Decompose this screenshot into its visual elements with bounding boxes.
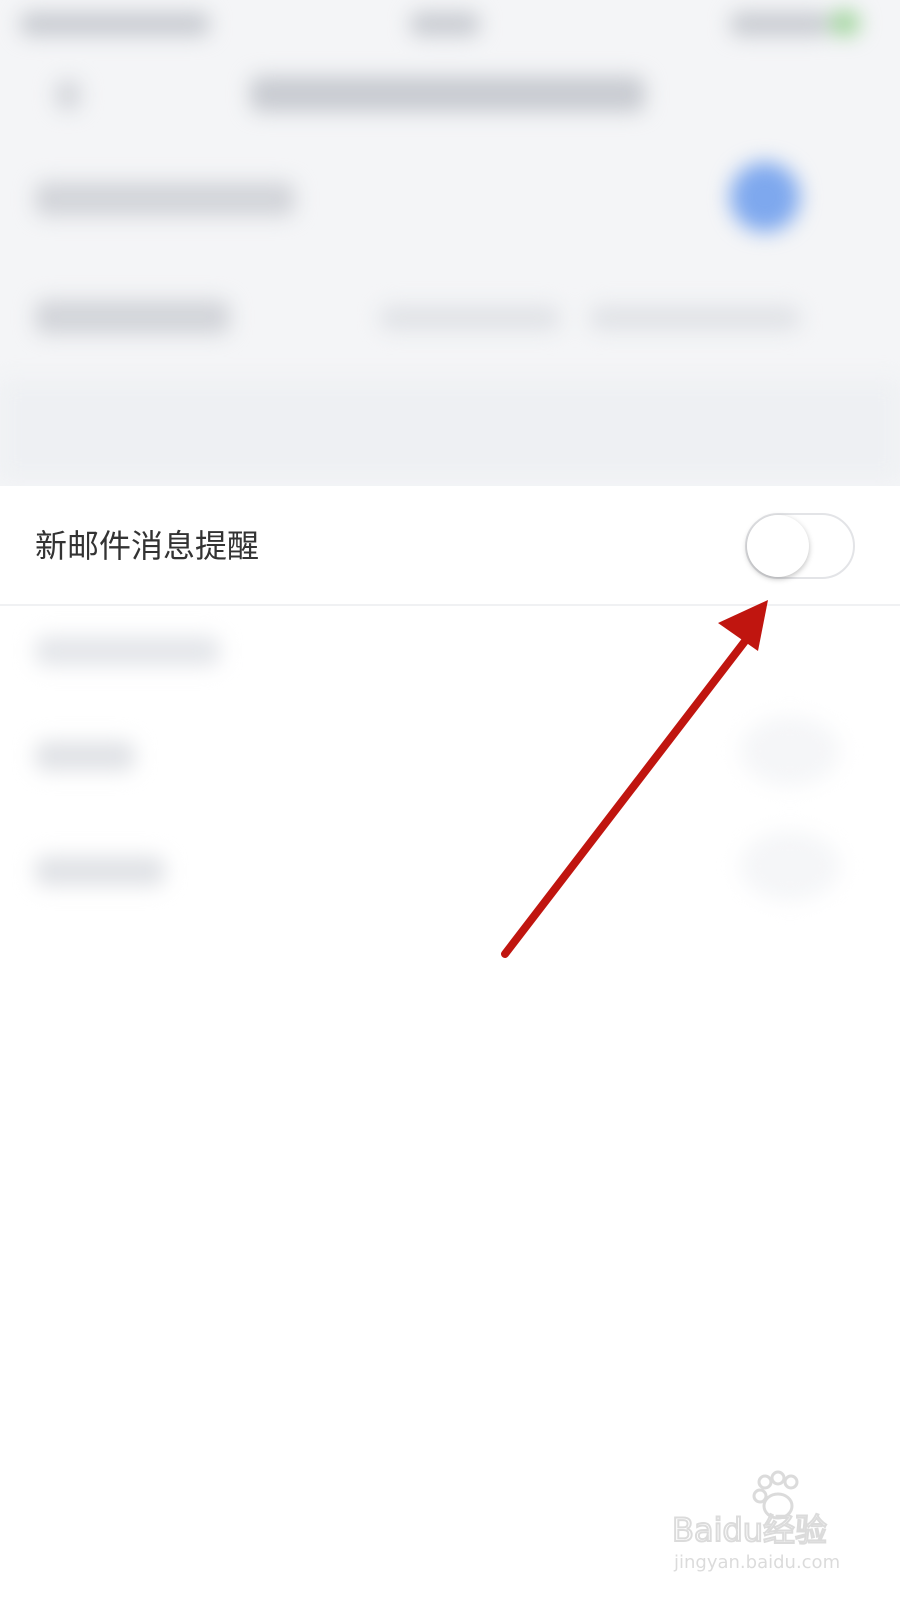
setting-label: 新邮件消息提醒 (35, 527, 260, 565)
setting-row-new-mail-notification: 新邮件消息提醒 (0, 486, 900, 606)
watermark-brand: Baidu经验 (672, 1511, 827, 1549)
blurred-top-content (0, 0, 900, 486)
paw-logo-icon: Baidu经验 jingyan.baidu.com (671, 1470, 840, 1573)
new-mail-notification-toggle[interactable] (745, 513, 855, 579)
toggle-knob (747, 515, 809, 577)
blurred-bottom-content (0, 606, 900, 1046)
watermark-url: jingyan.baidu.com (673, 1552, 840, 1573)
baidu-jingyan-watermark: Baidu经验 jingyan.baidu.com (671, 1466, 862, 1576)
